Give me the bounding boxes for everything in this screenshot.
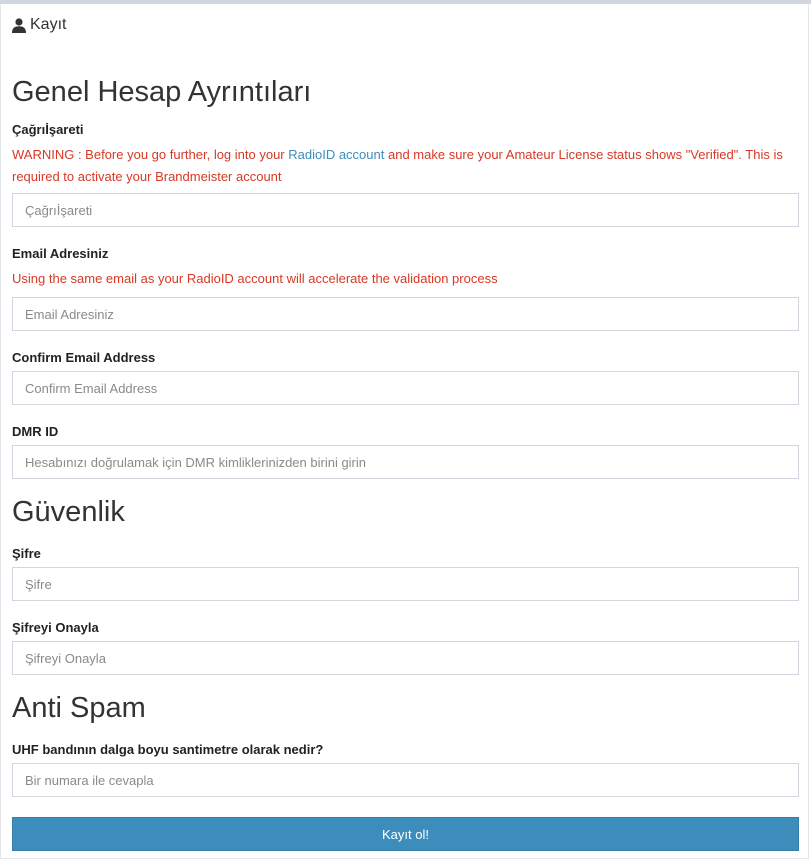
confirm-email-input[interactable] — [12, 371, 799, 405]
callsign-label: Çağrıİşareti — [12, 122, 84, 137]
confirm-email-label: Confirm Email Address — [12, 350, 156, 365]
registration-panel: Kayıt Genel Hesap Ayrıntıları Çağrıİşare… — [0, 4, 809, 859]
dmr-id-input[interactable] — [12, 445, 799, 479]
password-confirm-label: Şifreyi Onayla — [12, 620, 99, 635]
section-title-antispam: Anti Spam — [12, 692, 146, 724]
panel-header: Kayıt — [12, 16, 66, 34]
callsign-input[interactable] — [12, 193, 799, 227]
dmr-id-label: DMR ID — [12, 424, 59, 439]
callsign-warning: WARNING : Before you go further, log int… — [12, 147, 783, 184]
antispam-question-label: UHF bandının dalga boyu santimetre olara… — [12, 742, 324, 757]
password-input[interactable] — [12, 567, 799, 601]
password-label: Şifre — [12, 546, 41, 561]
email-label: Email Adresiniz — [12, 246, 109, 261]
email-note: Using the same email as your RadioID acc… — [12, 271, 498, 286]
radioid-link[interactable]: RadioID account — [288, 147, 384, 162]
user-icon — [12, 17, 26, 33]
register-button[interactable]: Kayıt ol! — [12, 817, 799, 851]
password-confirm-input[interactable] — [12, 641, 799, 675]
section-title-general: Genel Hesap Ayrıntıları — [12, 76, 312, 108]
panel-title: Kayıt — [30, 16, 67, 33]
antispam-answer-input[interactable] — [12, 763, 799, 797]
email-input[interactable] — [12, 297, 799, 331]
section-title-security: Güvenlik — [12, 496, 125, 528]
